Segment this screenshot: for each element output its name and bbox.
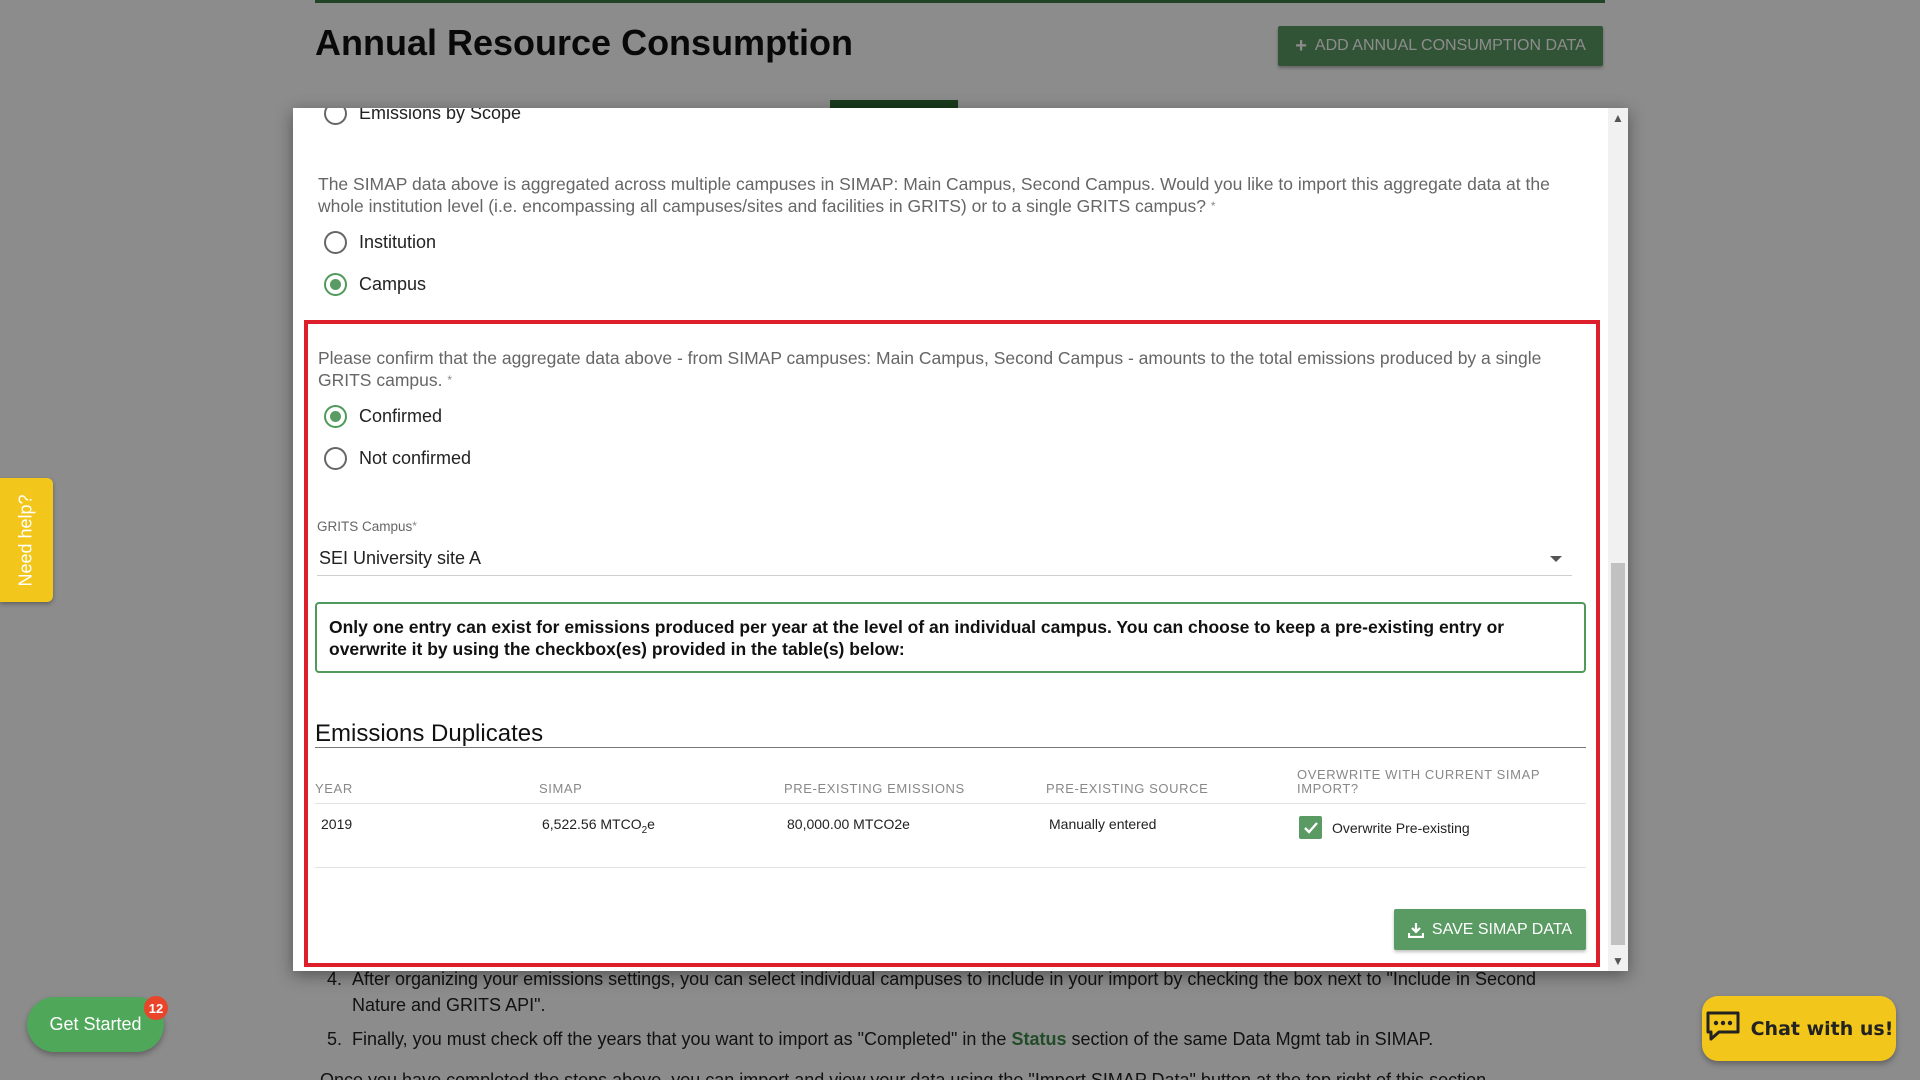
radio-button[interactable] <box>324 108 347 125</box>
chat-bubble-icon <box>1705 1010 1741 1047</box>
select-value: SEI University site A <box>319 548 482 568</box>
radio-campus[interactable]: Campus <box>324 273 426 296</box>
grits-campus-label: GRITS Campus* <box>317 519 417 534</box>
table-header-divider <box>315 803 1586 804</box>
header-year: YEAR <box>315 781 353 796</box>
confirm-question: Please confirm that the aggregate data a… <box>318 348 1542 390</box>
notification-badge: 12 <box>144 996 168 1020</box>
radio-button[interactable] <box>324 405 347 428</box>
radio-label: Not confirmed <box>359 448 472 468</box>
duplicate-notice: Only one entry can exist for emissions p… <box>315 602 1586 673</box>
chat-button[interactable]: Chat with us! <box>1702 996 1896 1061</box>
radio-button[interactable] <box>324 447 347 470</box>
cell-pre-existing-emissions: 80,000.00 MTCO2e <box>787 816 910 832</box>
radio-institution[interactable]: Institution <box>324 231 436 254</box>
save-simap-data-button[interactable]: SAVE SIMAP DATA <box>1394 909 1586 950</box>
radio-label: Institution <box>359 232 437 252</box>
level-question: The SIMAP data above is aggregated acros… <box>318 174 1550 216</box>
radio-label: Emissions by Scope <box>359 108 522 123</box>
simap-import-modal: Emissions by Scope The SIMAP data above … <box>293 108 1628 971</box>
radio-label: Campus <box>359 274 427 294</box>
cell-pre-existing-source: Manually entered <box>1049 816 1157 832</box>
overwrite-checkbox[interactable] <box>1299 816 1322 839</box>
header-pre-existing-source: PRE-EXISTING SOURCE <box>1046 781 1209 796</box>
header-pre-existing-emissions: PRE-EXISTING EMISSIONS <box>784 781 965 796</box>
radio-confirmed[interactable]: Confirmed <box>324 405 442 428</box>
scroll-down-arrow-icon[interactable]: ▼ <box>1608 951 1628 971</box>
radio-label: Confirmed <box>359 406 443 426</box>
radio-emissions-by-scope[interactable]: Emissions by Scope <box>324 108 521 125</box>
save-button-label: SAVE SIMAP DATA <box>1431 920 1573 938</box>
header-simap: SIMAP <box>539 781 583 796</box>
modal-scrollbar[interactable]: ▲ ▼ <box>1608 108 1628 971</box>
need-help-label: Need help? <box>16 493 37 587</box>
radio-button[interactable] <box>324 273 347 296</box>
radio-button[interactable] <box>324 231 347 254</box>
header-overwrite: OVERWRITE WITH CURRENT SIMAP IMPORT? <box>1297 767 1540 796</box>
radio-not-confirmed[interactable]: Not confirmed <box>324 447 471 470</box>
chat-label: Chat with us! <box>1750 1017 1894 1040</box>
dropdown-caret-icon <box>1550 555 1562 562</box>
overwrite-label: Overwrite Pre-existing <box>1332 819 1470 836</box>
emissions-duplicates-title: Emissions Duplicates <box>315 720 544 747</box>
cell-year: 2019 <box>321 816 353 832</box>
scroll-thumb[interactable] <box>1611 563 1625 945</box>
checkmark-icon <box>1303 821 1318 834</box>
overwrite-checkbox-row[interactable]: Overwrite Pre-existing <box>1299 816 1470 839</box>
grits-campus-select[interactable]: SEI University site A <box>317 542 1572 576</box>
need-help-tab[interactable]: Need help? <box>0 478 53 602</box>
cell-simap: 6,522.56 MTCO2e <box>542 816 655 836</box>
get-started-label: Get Started <box>49 1014 142 1034</box>
table-row-divider <box>315 867 1586 868</box>
download-icon <box>1407 922 1424 938</box>
scroll-up-arrow-icon[interactable]: ▲ <box>1608 108 1628 128</box>
section-divider <box>315 747 1586 748</box>
